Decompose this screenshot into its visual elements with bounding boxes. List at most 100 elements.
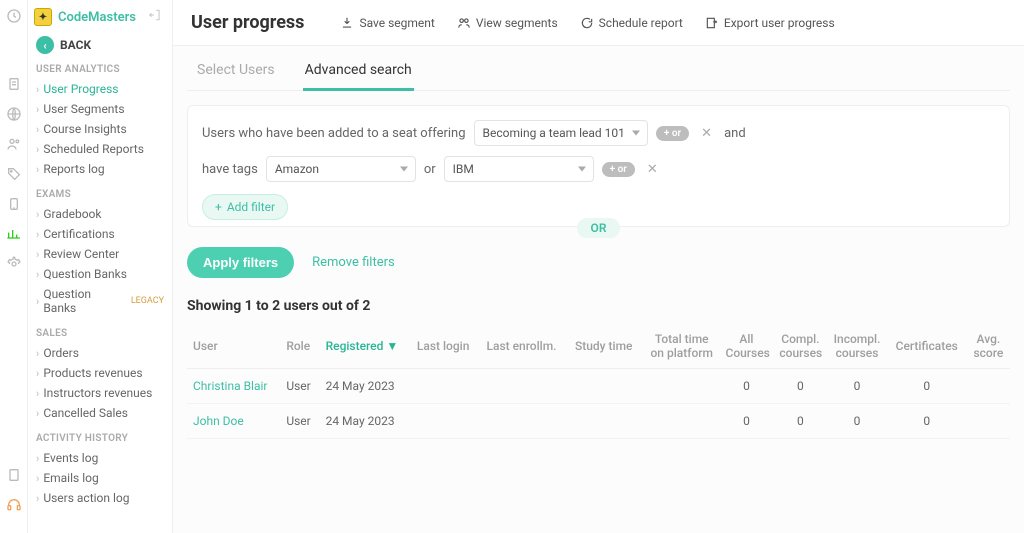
main: User progress Save segment View segments… bbox=[173, 0, 1024, 533]
sidebar-item-certifications[interactable]: Certifications bbox=[34, 224, 166, 244]
sidebar-item-emails-log[interactable]: Emails log bbox=[34, 468, 166, 488]
export-button[interactable]: Export user progress bbox=[705, 16, 835, 30]
col-study-time[interactable]: Study time bbox=[569, 324, 644, 369]
brand: ✦ CodeMasters bbox=[34, 8, 166, 26]
or-divider[interactable]: OR bbox=[577, 218, 621, 238]
users-icon[interactable] bbox=[6, 136, 22, 152]
section-activity-history: ACTIVITY HISTORY bbox=[36, 433, 166, 444]
add-filter-label: Add filter bbox=[227, 200, 275, 214]
sidebar-item-user-segments[interactable]: User Segments bbox=[34, 99, 166, 119]
tabs: Select Users Advanced search bbox=[187, 46, 1010, 91]
tab-advanced-search[interactable]: Advanced search bbox=[303, 56, 414, 91]
back-arrow-icon: ‹ bbox=[36, 36, 54, 54]
sidebar-item-cancelled-sales[interactable]: Cancelled Sales bbox=[34, 403, 166, 423]
topbar: User progress Save segment View segments… bbox=[173, 0, 1024, 46]
download-icon bbox=[340, 16, 354, 30]
results-table-wrap: User Role Registered ▼ Last login Last e… bbox=[187, 324, 1010, 439]
sidebar-item-reports-log[interactable]: Reports log bbox=[34, 159, 166, 179]
col-avg[interactable]: Avg. score bbox=[967, 324, 1010, 369]
save-label: Save segment bbox=[359, 16, 434, 30]
cell-certs: 0 bbox=[887, 404, 967, 439]
legacy-badge: LEGACY bbox=[131, 296, 164, 306]
col-total-time[interactable]: Total time on platform bbox=[644, 324, 720, 369]
col-user[interactable]: User bbox=[187, 324, 280, 369]
sidebar-item-question-banks-legacy[interactable]: Question BanksLEGACY bbox=[34, 284, 166, 318]
sidebar-item-users-action-log[interactable]: Users action log bbox=[34, 488, 166, 508]
sidebar-item-orders[interactable]: Orders bbox=[34, 343, 166, 363]
sidebar-item-user-progress[interactable]: User Progress bbox=[34, 79, 166, 99]
remove-filter-1[interactable]: ✕ bbox=[697, 126, 716, 141]
view-segments-button[interactable]: View segments bbox=[457, 16, 558, 30]
headset-icon[interactable] bbox=[6, 497, 22, 513]
sidebar-item-events-log[interactable]: Events log bbox=[34, 448, 166, 468]
remove-filter-2[interactable]: ✕ bbox=[643, 162, 662, 177]
user-link[interactable]: Christina Blair bbox=[193, 379, 267, 393]
clock-icon[interactable] bbox=[6, 8, 22, 24]
page-title: User progress bbox=[191, 12, 304, 33]
section-user-analytics: USER ANALYTICS bbox=[36, 64, 166, 75]
cell-registered: 24 May 2023 bbox=[320, 404, 411, 439]
tag2-select[interactable]: IBM bbox=[444, 156, 594, 182]
sidebar-item-review-center[interactable]: Review Center bbox=[34, 244, 166, 264]
col-incompl[interactable]: Incompl. courses bbox=[827, 324, 886, 369]
export-icon bbox=[705, 16, 719, 30]
apply-filters-button[interactable]: Apply filters bbox=[187, 247, 294, 278]
apply-row: Apply filters Remove filters bbox=[187, 247, 1010, 278]
results-table: User Role Registered ▼ Last login Last e… bbox=[187, 324, 1010, 439]
view-label: View segments bbox=[476, 16, 558, 30]
col-last-login[interactable]: Last login bbox=[411, 324, 481, 369]
settings-icon[interactable] bbox=[6, 256, 22, 272]
back-button[interactable]: ‹ BACK bbox=[36, 36, 166, 54]
save-segment-button[interactable]: Save segment bbox=[340, 16, 434, 30]
user-link[interactable]: John Doe bbox=[193, 414, 244, 428]
remove-filters-link[interactable]: Remove filters bbox=[312, 255, 395, 270]
filter-row-1: Users who have been added to a seat offe… bbox=[202, 120, 995, 146]
cell-certs: 0 bbox=[887, 369, 967, 404]
col-compl[interactable]: Compl. courses bbox=[773, 324, 827, 369]
brand-logo-icon: ✦ bbox=[34, 8, 52, 26]
tag1-select[interactable]: Amazon bbox=[266, 156, 416, 182]
or-pill-1[interactable]: + or bbox=[656, 126, 689, 141]
sidebar-item-products-revenues[interactable]: Products revenues bbox=[34, 363, 166, 383]
tag-icon[interactable] bbox=[6, 166, 22, 182]
exit-icon[interactable] bbox=[148, 8, 162, 26]
section-exams: EXAMS bbox=[36, 189, 166, 200]
cell-compl: 0 bbox=[773, 404, 827, 439]
cell-all: 0 bbox=[719, 369, 773, 404]
filter-prefix-1: Users who have been added to a seat offe… bbox=[202, 126, 466, 141]
section-sales: SALES bbox=[36, 328, 166, 339]
result-count: Showing 1 to 2 users out of 2 bbox=[187, 298, 1010, 314]
device-icon[interactable] bbox=[6, 196, 22, 212]
col-role[interactable]: Role bbox=[280, 324, 319, 369]
table-row: Christina Blair User 24 May 2023 0 0 0 0 bbox=[187, 369, 1010, 404]
schedule-label: Schedule report bbox=[599, 16, 683, 30]
col-last-enroll[interactable]: Last enrollm. bbox=[481, 324, 569, 369]
globe-icon[interactable] bbox=[6, 106, 22, 122]
sidebar-item-scheduled-reports[interactable]: Scheduled Reports bbox=[34, 139, 166, 159]
cell-all: 0 bbox=[719, 404, 773, 439]
col-all-courses[interactable]: All Courses bbox=[719, 324, 773, 369]
sidebar-item-question-banks[interactable]: Question Banks bbox=[34, 264, 166, 284]
cell-registered: 24 May 2023 bbox=[320, 369, 411, 404]
clipboard2-icon[interactable] bbox=[6, 467, 22, 483]
col-certs[interactable]: Certificates bbox=[887, 324, 967, 369]
cell-incompl: 0 bbox=[827, 369, 886, 404]
content: Select Users Advanced search Users who h… bbox=[173, 46, 1024, 453]
or-text: or bbox=[424, 162, 436, 177]
col-registered[interactable]: Registered ▼ bbox=[320, 324, 411, 369]
clipboard-icon[interactable] bbox=[6, 76, 22, 92]
sidebar-item-course-insights[interactable]: Course Insights bbox=[34, 119, 166, 139]
cell-incompl: 0 bbox=[827, 404, 886, 439]
filter-row-2: have tags Amazon or IBM + or ✕ bbox=[202, 156, 995, 182]
add-filter-button[interactable]: + Add filter bbox=[202, 194, 288, 220]
schedule-report-button[interactable]: Schedule report bbox=[580, 16, 683, 30]
analytics-icon[interactable] bbox=[6, 226, 22, 242]
offering-select[interactable]: Becoming a team lead 101 bbox=[474, 120, 648, 146]
and-conj: and bbox=[724, 126, 746, 141]
sidebar-item-instructors-revenues[interactable]: Instructors revenues bbox=[34, 383, 166, 403]
sidebar-item-gradebook[interactable]: Gradebook bbox=[34, 204, 166, 224]
cell-compl: 0 bbox=[773, 369, 827, 404]
tab-select-users[interactable]: Select Users bbox=[195, 56, 277, 90]
or-pill-2[interactable]: + or bbox=[602, 162, 635, 177]
sidebar: ✦ CodeMasters ‹ BACK USER ANALYTICS User… bbox=[28, 0, 173, 533]
